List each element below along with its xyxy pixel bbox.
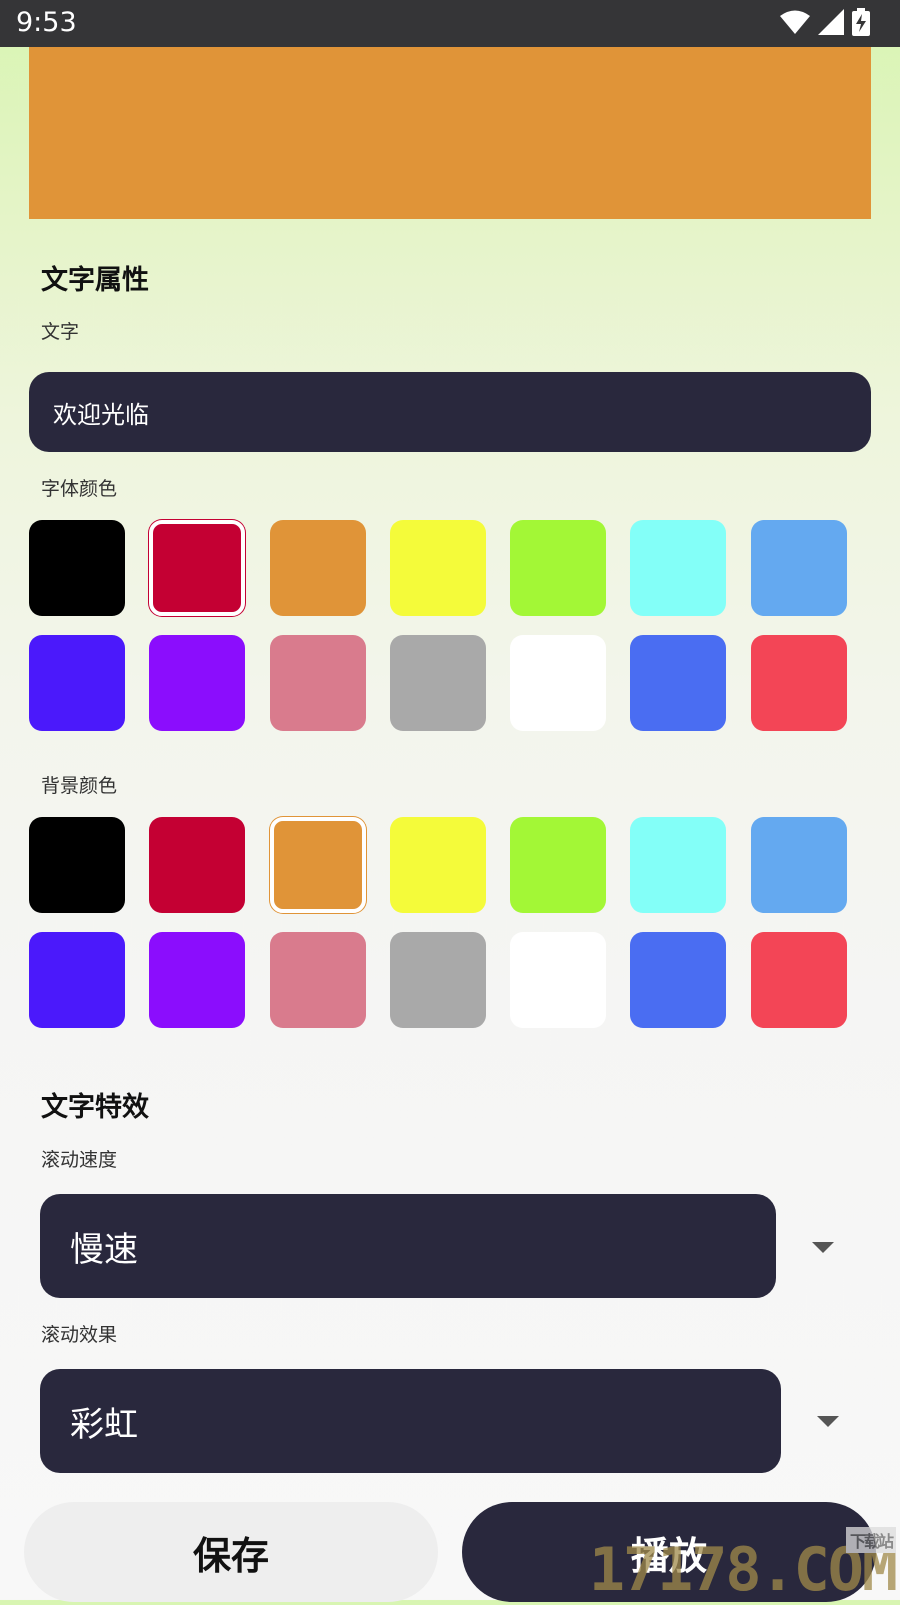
status-icons xyxy=(780,8,870,36)
effect-dropdown-caret-icon[interactable] xyxy=(817,1416,839,1427)
speed-select-value: 慢速 xyxy=(70,1229,138,1270)
font-color-swatch[interactable] xyxy=(29,520,125,616)
bg-color-swatch[interactable] xyxy=(510,932,607,1028)
font-color-swatch[interactable] xyxy=(630,635,727,731)
font-color-label: 字体颜色 xyxy=(41,478,118,500)
text-input[interactable]: 欢迎光临 xyxy=(29,372,871,452)
battery-charging-icon xyxy=(852,8,870,36)
font-color-swatch[interactable] xyxy=(630,520,727,616)
font-color-swatch[interactable] xyxy=(750,520,847,616)
font-color-swatch[interactable] xyxy=(389,520,486,616)
speed-label: 滚动速度 xyxy=(41,1149,118,1171)
preview-area xyxy=(29,47,871,219)
signal-icon xyxy=(818,9,844,35)
status-bar: 9:53 xyxy=(0,0,900,47)
save-button[interactable]: 保存 xyxy=(24,1502,438,1602)
bg-color-label: 背景颜色 xyxy=(41,775,118,797)
font-color-swatch[interactable] xyxy=(510,520,607,616)
bg-color-swatch[interactable] xyxy=(630,932,727,1028)
bg-color-swatch[interactable] xyxy=(510,817,607,913)
font-color-swatch[interactable] xyxy=(269,635,366,731)
text-label: 文字 xyxy=(41,321,80,343)
bg-color-swatch[interactable] xyxy=(29,932,125,1028)
effect-select-value: 彩虹 xyxy=(70,1404,138,1445)
bg-color-swatch[interactable] xyxy=(269,817,366,913)
bg-color-swatch[interactable] xyxy=(29,817,125,913)
bg-color-swatch[interactable] xyxy=(750,817,847,913)
font-color-swatch[interactable] xyxy=(389,635,486,731)
bg-color-swatch[interactable] xyxy=(630,817,727,913)
bg-color-swatch[interactable] xyxy=(389,817,486,913)
font-color-grid xyxy=(29,520,861,731)
font-color-swatch[interactable] xyxy=(269,520,366,616)
font-color-swatch[interactable] xyxy=(510,635,607,731)
bg-color-swatch[interactable] xyxy=(149,932,246,1028)
effect-select[interactable]: 彩虹 xyxy=(40,1369,781,1473)
watermark-small-text: 下载站 xyxy=(845,1527,896,1553)
section-title-text-props: 文字属性 xyxy=(41,265,149,296)
font-color-swatch[interactable] xyxy=(149,520,246,616)
bg-color-swatch[interactable] xyxy=(269,932,366,1028)
wifi-icon xyxy=(780,10,810,34)
bg-color-swatch[interactable] xyxy=(149,817,246,913)
effect-label: 滚动效果 xyxy=(41,1324,118,1346)
font-color-swatch[interactable] xyxy=(149,635,246,731)
section-title-effects: 文字特效 xyxy=(41,1092,149,1123)
bg-color-swatch[interactable] xyxy=(750,932,847,1028)
watermark-logo: 17178.COM 下载站 xyxy=(589,1527,898,1605)
speed-dropdown-caret-icon[interactable] xyxy=(812,1242,834,1253)
status-time: 9:53 xyxy=(16,7,77,38)
font-color-swatch[interactable] xyxy=(750,635,847,731)
speed-select[interactable]: 慢速 xyxy=(40,1194,776,1298)
font-color-swatch[interactable] xyxy=(29,635,125,731)
text-input-value: 欢迎光临 xyxy=(53,400,149,429)
bg-color-swatch[interactable] xyxy=(389,932,486,1028)
bg-color-grid xyxy=(29,817,861,1028)
